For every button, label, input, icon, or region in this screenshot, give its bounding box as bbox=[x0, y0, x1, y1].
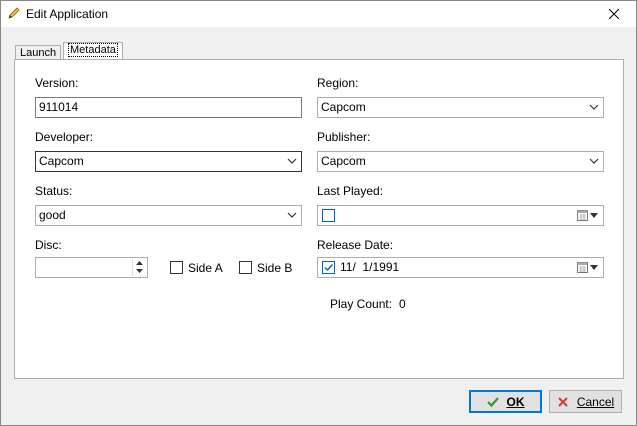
developer-value: Capcom bbox=[39, 154, 84, 168]
release-date-label: Release Date: bbox=[317, 238, 394, 252]
spin-down-icon[interactable] bbox=[136, 269, 143, 274]
last-played-datepicker[interactable] bbox=[317, 205, 604, 226]
release-date-value[interactable]: 11/ 1/1991 bbox=[340, 260, 399, 275]
edit-application-window: Edit Application Launch Metadata Version… bbox=[0, 0, 637, 426]
chevron-down-icon bbox=[589, 104, 599, 110]
dropdown-arrow-icon[interactable] bbox=[590, 265, 598, 271]
side-a-checkbox[interactable] bbox=[170, 261, 183, 274]
side-b-label: Side B bbox=[257, 261, 293, 275]
developer-label: Developer: bbox=[35, 130, 94, 144]
chevron-down-icon bbox=[287, 158, 297, 164]
chevron-down-icon bbox=[589, 158, 599, 164]
region-value: Capcom bbox=[321, 100, 366, 114]
dropdown-arrow-icon[interactable] bbox=[590, 213, 598, 219]
status-value: good bbox=[39, 208, 66, 222]
release-date-checkbox[interactable] bbox=[322, 261, 335, 274]
publisher-select[interactable]: Capcom bbox=[317, 151, 604, 172]
version-label: Version: bbox=[35, 76, 79, 90]
spin-up-icon[interactable] bbox=[136, 261, 143, 266]
checkmark-icon bbox=[486, 396, 499, 407]
publisher-value: Capcom bbox=[321, 154, 366, 168]
play-count-label: Play Count: bbox=[330, 297, 393, 311]
disc-spinner[interactable] bbox=[132, 259, 146, 276]
publisher-label: Publisher: bbox=[317, 130, 371, 144]
calendar-icon[interactable] bbox=[577, 210, 588, 221]
tab-launch-label: Launch bbox=[20, 47, 57, 59]
cancel-button[interactable]: Cancel bbox=[549, 390, 622, 413]
play-count-value: 0 bbox=[399, 297, 406, 311]
developer-select[interactable]: Capcom bbox=[35, 151, 302, 172]
cancel-x-icon bbox=[558, 396, 568, 407]
checkmark-icon bbox=[324, 264, 334, 272]
ok-label: OK bbox=[506, 394, 525, 409]
title-bar: Edit Application bbox=[1, 1, 636, 27]
chevron-down-icon bbox=[287, 212, 297, 218]
last-played-checkbox[interactable] bbox=[322, 209, 335, 222]
close-icon bbox=[609, 9, 619, 19]
region-label: Region: bbox=[317, 76, 359, 90]
tab-metadata-label: Metadata bbox=[68, 43, 118, 57]
status-select[interactable]: good bbox=[35, 205, 302, 226]
region-select[interactable]: Capcom bbox=[317, 97, 604, 118]
pencil-icon bbox=[8, 7, 20, 19]
version-field[interactable]: 911014 bbox=[35, 97, 302, 118]
last-played-label: Last Played: bbox=[317, 184, 384, 198]
side-a-label: Side A bbox=[188, 261, 223, 275]
calendar-icon[interactable] bbox=[577, 262, 588, 273]
status-label: Status: bbox=[35, 184, 73, 198]
cancel-label: Cancel bbox=[576, 394, 615, 409]
tab-metadata[interactable]: Metadata bbox=[63, 42, 123, 60]
disc-numeric-field[interactable] bbox=[35, 257, 148, 278]
close-button[interactable] bbox=[592, 1, 636, 27]
disc-label: Disc: bbox=[35, 238, 62, 252]
ok-button[interactable]: OK bbox=[469, 390, 542, 413]
tab-launch[interactable]: Launch bbox=[15, 45, 62, 60]
window-title: Edit Application bbox=[26, 7, 109, 21]
release-date-datepicker[interactable]: 11/ 1/1991 bbox=[317, 257, 604, 278]
side-b-checkbox[interactable] bbox=[239, 261, 252, 274]
